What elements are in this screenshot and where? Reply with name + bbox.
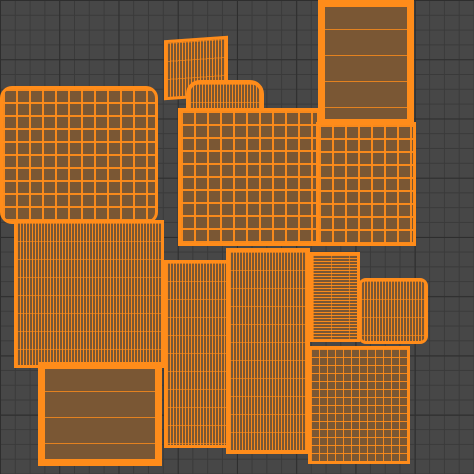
island-left-lower-panel[interactable] — [38, 362, 162, 466]
island-center-block[interactable] — [178, 108, 320, 246]
island-right-grid-block[interactable] — [316, 122, 416, 246]
island-left-block[interactable] — [0, 86, 158, 224]
island-left-lower-block[interactable] — [14, 220, 164, 368]
uv-editor-canvas[interactable] — [0, 0, 474, 474]
island-center-lower-strips[interactable] — [226, 248, 310, 454]
island-right-small-cap[interactable] — [358, 278, 428, 344]
island-right-small-cylinder[interactable] — [310, 252, 360, 342]
island-bottom-right-block[interactable] — [308, 346, 410, 464]
island-top-right-panel[interactable] — [318, 0, 414, 126]
